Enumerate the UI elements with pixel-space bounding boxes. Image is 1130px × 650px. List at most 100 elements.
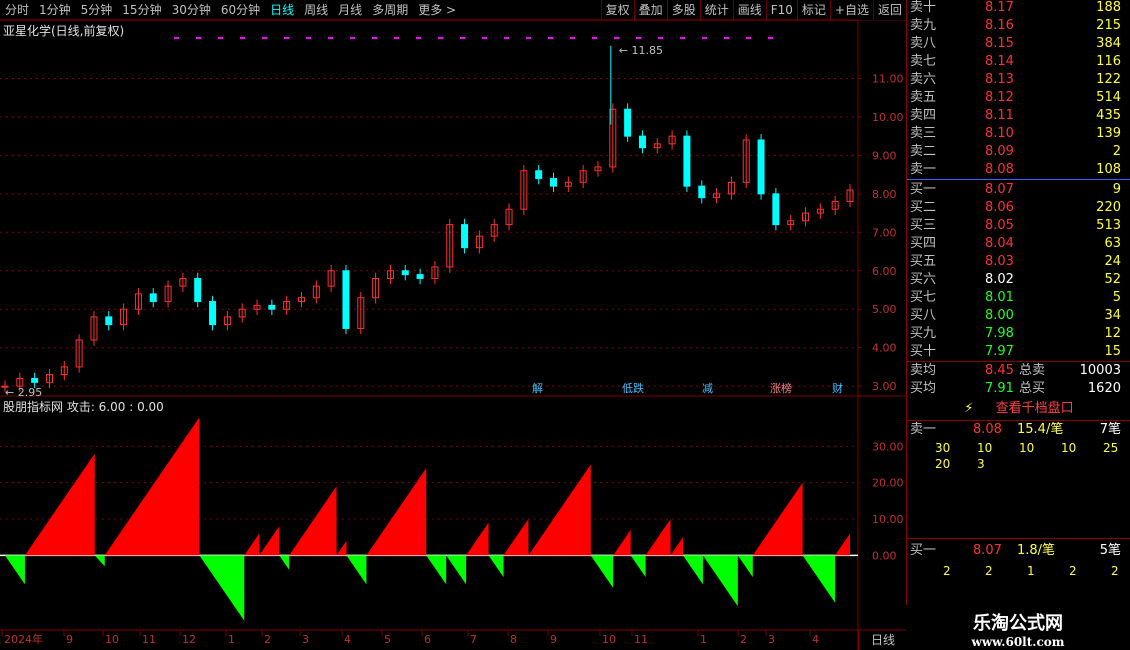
level-price: 8.14 [985, 54, 1014, 69]
signal-marker [262, 37, 267, 39]
level-label: 卖一 [910, 162, 937, 177]
bid-row-7[interactable]: 买八 8.00 34 [907, 307, 1130, 325]
level-volume: 514 [1096, 90, 1121, 105]
level-price: 8.15 [985, 36, 1014, 51]
indicator-wedge-25 [737, 555, 753, 578]
price-tick-label-3: 8.00 [872, 188, 897, 201]
signal-marker [372, 37, 377, 39]
candle-body [209, 301, 217, 326]
level-price: 7.97 [985, 344, 1014, 359]
indicator-wedge-18 [590, 555, 614, 589]
level-volume: 9 [1112, 182, 1121, 197]
signal-marker [416, 37, 421, 39]
ask1-queue[interactable]: 卖一 8.08 15.4/笔 7笔 [907, 421, 1130, 439]
bid1-order-0: 2 [943, 564, 951, 578]
level-price: 8.13 [985, 72, 1014, 87]
signal-marker [548, 37, 553, 39]
candle-body [698, 185, 706, 199]
level-price: 8.12 [985, 90, 1014, 105]
date-label-2: 10 [105, 633, 119, 646]
queue-count: 7笔 [1099, 422, 1121, 437]
level-price: 8.01 [985, 290, 1014, 305]
high-label: ← 11.85 [619, 44, 663, 57]
ask-row-3[interactable]: 卖七 8.14 116 [907, 53, 1130, 71]
ask1-order-1: 10 [977, 441, 993, 455]
level-volume: 12 [1104, 326, 1121, 341]
level-price: 8.03 [985, 254, 1014, 269]
date-label-13: 9 [550, 633, 557, 646]
ask-row-6[interactable]: 卖四 8.11 435 [907, 107, 1130, 125]
price-tick-label-0: 11.00 [872, 72, 904, 85]
level-label: 卖八 [910, 36, 937, 51]
indicator-wedge-22 [670, 537, 683, 556]
book-separator [907, 179, 1130, 180]
price-tick-label-2: 9.00 [872, 149, 897, 162]
avg-label: 买均 [910, 381, 937, 396]
kline-chart[interactable]: 11.0010.009.008.007.006.005.004.003.00← … [0, 0, 906, 650]
date-label-18: 3 [768, 633, 775, 646]
price-tick-label-8: 3.00 [872, 380, 897, 393]
bid-row-1[interactable]: 买二 8.06 220 [907, 199, 1130, 217]
period-label[interactable]: 日线 [858, 631, 907, 650]
candle-body [461, 224, 469, 249]
date-label-16: 1 [700, 633, 707, 646]
level-volume: 52 [1104, 272, 1121, 287]
indicator-wedge-9 [336, 540, 347, 556]
ask-row-4[interactable]: 卖六 8.13 122 [907, 71, 1130, 89]
event-marker-4: 财 [832, 381, 843, 395]
level-label: 买四 [910, 236, 937, 251]
ask1-order-0: 30 [935, 441, 951, 455]
bid1-queue[interactable]: 买一 8.07 1.8/笔 5笔 [907, 542, 1130, 560]
ask-row-5[interactable]: 卖五 8.12 514 [907, 89, 1130, 107]
ask-row-2[interactable]: 卖八 8.15 384 [907, 35, 1130, 53]
date-label-12: 8 [510, 633, 517, 646]
queue-separator [907, 538, 1130, 539]
bid-row-8[interactable]: 买九 7.98 12 [907, 325, 1130, 343]
avg-value: 7.91 [985, 381, 1014, 396]
ask-row-8[interactable]: 卖二 8.09 2 [907, 143, 1130, 161]
level-label: 卖七 [910, 54, 937, 69]
candle-body [401, 270, 409, 276]
view-depth-button[interactable]: ⚡ 查看千档盘口 [907, 398, 1130, 421]
bid-row-9[interactable]: 买十 7.97 15 [907, 343, 1130, 361]
ask-row-0[interactable]: 卖十 8.17 188 [907, 0, 1130, 17]
bid-row-2[interactable]: 买三 8.05 513 [907, 217, 1130, 235]
signal-marker [746, 37, 751, 39]
main-chart-title: 亚星化学(日线,前复权) [3, 24, 125, 38]
candle-body [683, 135, 691, 187]
bid-row-5[interactable]: 买六 8.02 52 [907, 271, 1130, 289]
level-label: 买九 [910, 326, 937, 341]
bid-row-3[interactable]: 买四 8.04 63 [907, 235, 1130, 253]
indicator-wedge-2 [94, 555, 105, 567]
bid-row-0[interactable]: 买一 8.07 9 [907, 181, 1130, 199]
signal-marker [614, 37, 619, 39]
level-volume: 215 [1096, 18, 1121, 33]
signal-marker [174, 37, 179, 39]
level-price: 8.05 [985, 218, 1014, 233]
price-tick-label-1: 10.00 [872, 111, 904, 124]
bid-row-4[interactable]: 买五 8.03 24 [907, 253, 1130, 271]
level-volume: 139 [1096, 126, 1121, 141]
watermark: 乐淘公式网 www.60lt.com [906, 605, 1130, 650]
indicator-wedge-15 [488, 555, 504, 578]
indicator-wedge-24 [702, 555, 738, 607]
date-label-7: 3 [302, 633, 309, 646]
level-volume: 2 [1112, 144, 1121, 159]
signal-marker [702, 37, 707, 39]
candle-body [194, 277, 202, 303]
total-label: 总卖 [1019, 363, 1046, 378]
level-label: 卖四 [910, 108, 937, 123]
level-volume: 220 [1096, 200, 1121, 215]
ask-row-9[interactable]: 卖一 8.08 108 [907, 161, 1130, 179]
signal-marker [306, 37, 311, 39]
level-price: 8.11 [985, 108, 1014, 123]
level-price: 8.00 [985, 308, 1014, 323]
ask-summary: 卖均 8.45 总卖 10003 [907, 362, 1130, 380]
ask-row-7[interactable]: 卖三 8.10 139 [907, 125, 1130, 143]
candle-body [757, 139, 765, 195]
ask-row-1[interactable]: 卖九 8.16 215 [907, 17, 1130, 35]
event-marker-3: 涨榜 [770, 381, 792, 395]
watermark-title: 乐淘公式网 [973, 613, 1063, 634]
level-label: 买七 [910, 290, 937, 305]
bid-row-6[interactable]: 买七 8.01 5 [907, 289, 1130, 307]
